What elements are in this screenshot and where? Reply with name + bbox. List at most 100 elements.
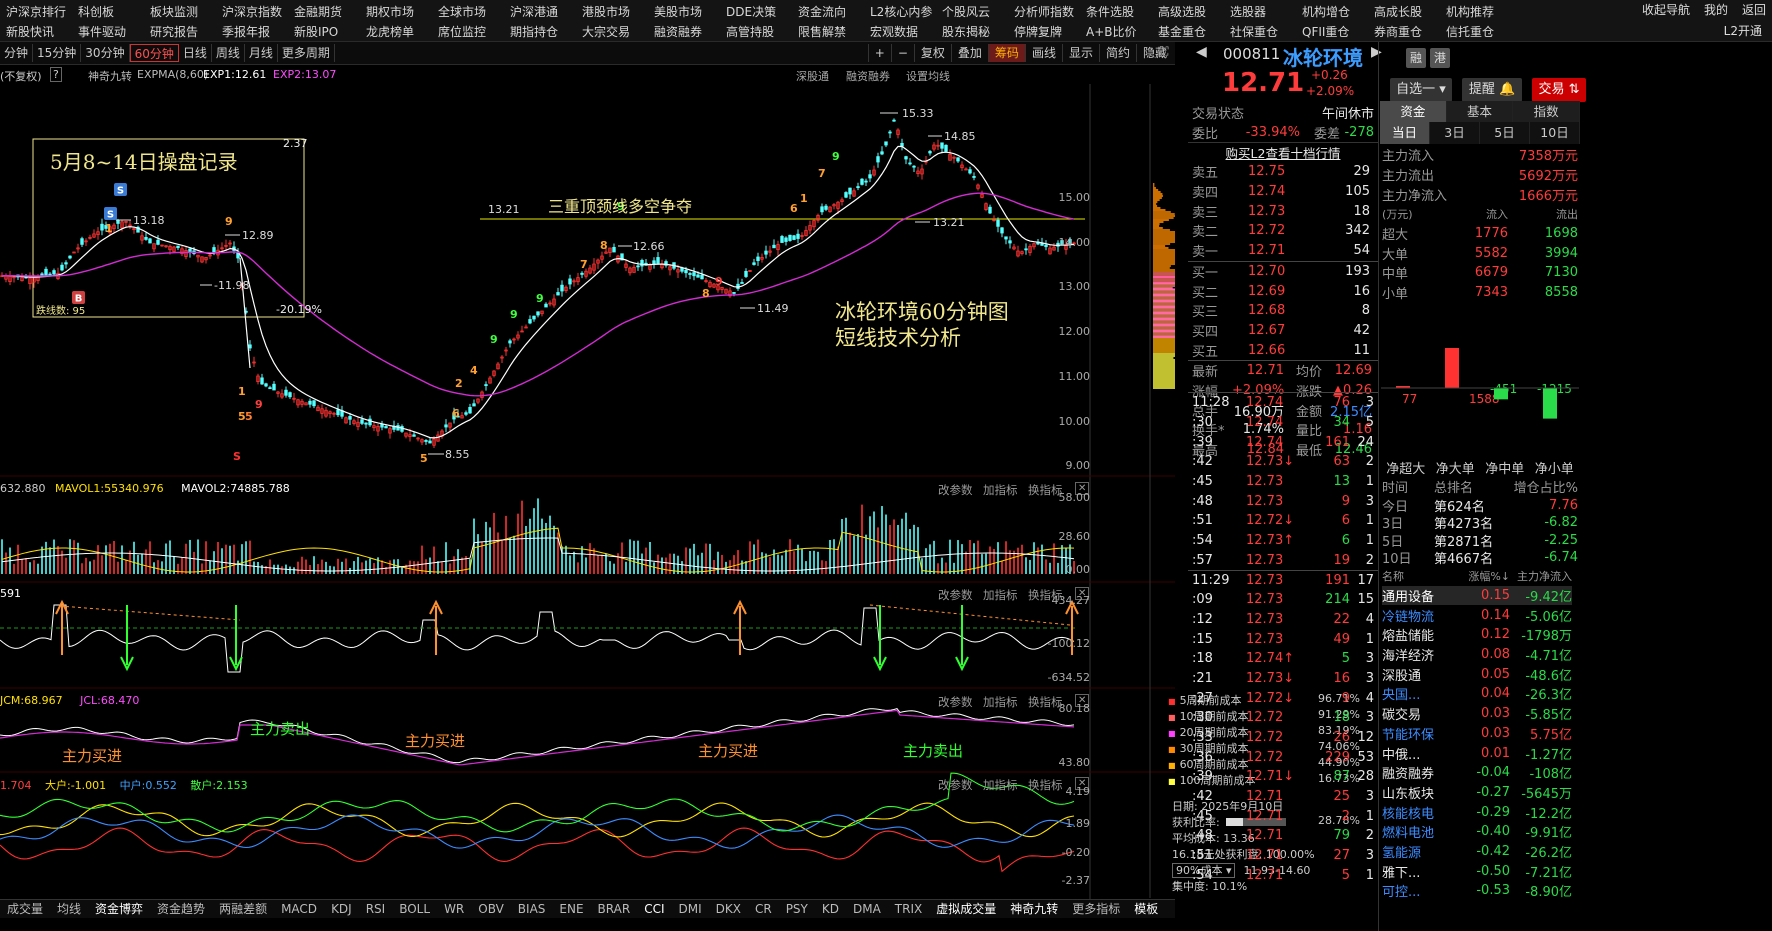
ma-settings-link[interactable]: 设置均线 xyxy=(906,68,950,84)
period-tab[interactable]: 更多周期 xyxy=(278,44,335,62)
menu-item[interactable]: 新股IPO xyxy=(294,23,366,40)
menu-item[interactable]: 金融期货 xyxy=(294,3,366,20)
menu-item[interactable]: 大宗交易 xyxy=(582,23,654,40)
fq-label[interactable]: (不复权) xyxy=(0,68,42,84)
my-link[interactable]: 我的 xyxy=(1704,1,1728,18)
menu-item[interactable]: 社保重仓 xyxy=(1230,23,1302,40)
menu-item[interactable]: A+B比价 xyxy=(1086,23,1158,40)
menu-item[interactable]: 高管持股 xyxy=(726,23,798,40)
indicator-tab[interactable]: PSY xyxy=(779,900,815,918)
flow-period-tab[interactable]: 当日 xyxy=(1380,122,1430,144)
menu-item[interactable]: 分析师指数 xyxy=(1014,3,1086,20)
menu-item[interactable]: 沪深京排行 xyxy=(6,3,78,20)
indicator-tab[interactable]: BRAR xyxy=(591,900,638,918)
sector-head-cell[interactable]: 涨幅%↓ xyxy=(1452,568,1510,584)
fund-tab[interactable]: 指数 xyxy=(1513,101,1581,123)
menu-item[interactable]: 资金流向 xyxy=(798,3,870,20)
chart-tool-button[interactable]: 筹码 xyxy=(987,44,1025,62)
panel-button[interactable]: 加指标 xyxy=(983,587,1018,603)
menu-item[interactable]: L2核心内参 xyxy=(870,3,942,20)
chart-tool-button[interactable]: 复权 xyxy=(913,44,951,62)
panel-button[interactable]: 加指标 xyxy=(983,694,1018,710)
flow-period-tab[interactable]: 10日 xyxy=(1530,122,1580,144)
menu-item[interactable]: 席位监控 xyxy=(438,23,510,40)
menu-item[interactable]: 期权市场 xyxy=(366,3,438,20)
sector-row[interactable]: 央国... 0.04 -26.3亿 xyxy=(1382,684,1572,704)
menu-item[interactable]: 沪深京指数 xyxy=(222,3,294,20)
indicator-tab[interactable]: CCI xyxy=(637,900,671,918)
indicator-tab[interactable]: OBV xyxy=(471,900,511,918)
indicator-tab[interactable]: WR xyxy=(437,900,471,918)
watchlist-button[interactable]: 自选一 ▾ xyxy=(1390,78,1452,102)
flow-period-tab[interactable]: 5日 xyxy=(1480,122,1530,144)
indicator-tab[interactable]: 神奇九转 xyxy=(1003,900,1065,918)
fund-tab[interactable]: 资金 xyxy=(1380,101,1447,123)
menu-item[interactable]: 期指持仓 xyxy=(510,23,582,40)
chart-tool-button[interactable]: 画线 xyxy=(1024,44,1062,62)
menu-item[interactable]: 港股市场 xyxy=(582,3,654,20)
menu-item[interactable]: 个股风云 xyxy=(942,3,1014,20)
panel-button[interactable]: 改参数 xyxy=(938,482,973,498)
panel-button[interactable]: 加指标 xyxy=(983,482,1018,498)
chart-tool-button[interactable]: − xyxy=(890,44,914,62)
indicator-tab[interactable]: 两融差额 xyxy=(212,900,274,918)
menu-item[interactable]: 美股市场 xyxy=(654,3,726,20)
menu-item[interactable]: 基金重仓 xyxy=(1158,23,1230,40)
chart-tool-button[interactable]: 简约 xyxy=(1098,44,1136,62)
sector-row[interactable]: 海洋经济 0.08 -4.71亿 xyxy=(1382,645,1572,665)
indicator-tab[interactable]: 成交量 xyxy=(0,900,50,918)
flow-period-tab[interactable]: 3日 xyxy=(1430,122,1480,144)
sector-row[interactable]: 碳交易 0.03 -5.85亿 xyxy=(1382,704,1572,724)
sector-table[interactable]: 名称 涨幅%↓ 主力净流入 通用设备 0.15 -9.42亿 冷链物流 0.14 -5.06亿熔… xyxy=(1382,566,1572,901)
panel-button[interactable]: 加指标 xyxy=(983,777,1018,793)
menu-item[interactable]: 高成长股 xyxy=(1374,3,1446,20)
sector-head-cell[interactable]: 名称 xyxy=(1382,568,1452,584)
menu-item[interactable]: 选股器 xyxy=(1230,3,1302,20)
panel-button[interactable]: 改参数 xyxy=(938,694,973,710)
menu-item[interactable]: 科创板 xyxy=(78,3,150,20)
indicator-tab[interactable]: 均线 xyxy=(50,900,88,918)
trade-button[interactable]: 交易 ⇅ xyxy=(1532,78,1586,102)
period-tab[interactable]: 周线 xyxy=(212,44,245,62)
period-tab[interactable]: 30分钟 xyxy=(81,44,130,62)
sector-row[interactable]: 深股通 0.05 -48.6亿 xyxy=(1382,664,1572,684)
indicator-tab[interactable]: MACD xyxy=(274,900,324,918)
indicator-tab[interactable]: KDJ xyxy=(324,900,359,918)
panel-button[interactable]: 改参数 xyxy=(938,587,973,603)
chart-tool-button[interactable]: + xyxy=(867,44,891,62)
indicator-tab[interactable]: RSI xyxy=(359,900,393,918)
chart-tool-button[interactable]: 显示 xyxy=(1061,44,1099,62)
menu-item[interactable]: 券商重仓 xyxy=(1374,23,1446,40)
menu-item[interactable]: 季报年报 xyxy=(222,23,294,40)
fullscreen-icon[interactable]: ⛶ xyxy=(1160,44,1168,59)
margin-link[interactable]: 融资融券 xyxy=(846,68,890,84)
sector-row[interactable]: 节能环保 0.03 5.75亿 xyxy=(1382,724,1572,744)
sector-row[interactable]: 融资融券 -0.04 -108亿 xyxy=(1382,763,1572,783)
sector-row[interactable]: 燃料电池 -0.40 -9.91亿 xyxy=(1382,822,1572,842)
menu-item[interactable]: 龙虎榜单 xyxy=(366,23,438,40)
period-tab[interactable]: 月线 xyxy=(245,44,278,62)
sector-row[interactable]: 通用设备 0.15 -9.42亿 xyxy=(1382,585,1572,606)
hk-connect-link[interactable]: 深股通 xyxy=(796,68,829,84)
sector-row[interactable]: 核能核电 -0.29 -12.2亿 xyxy=(1382,802,1572,822)
period-tab[interactable]: 15分钟 xyxy=(33,44,82,62)
indicator-tab[interactable]: BOLL xyxy=(392,900,437,918)
indicator-tab[interactable]: DKX xyxy=(709,900,748,918)
indicator-tab[interactable]: 更多指标 xyxy=(1065,900,1127,918)
indicator-tab[interactable]: 资金趋势 xyxy=(150,900,212,918)
chart-tool-button[interactable]: 叠加 xyxy=(950,44,988,62)
sector-row[interactable]: 冷链物流 0.14 -5.06亿 xyxy=(1382,605,1572,625)
fund-tab[interactable]: 基本 xyxy=(1447,101,1514,123)
menu-item[interactable]: 信托重仓 xyxy=(1446,23,1518,40)
menu-item[interactable]: DDE决策 xyxy=(726,3,798,20)
sector-row[interactable]: 中俄... 0.01 -1.27亿 xyxy=(1382,743,1572,763)
menu-item[interactable]: 停牌复牌 xyxy=(1014,23,1086,40)
menu-item[interactable]: 条件选股 xyxy=(1086,3,1158,20)
menu-item[interactable]: 限售解禁 xyxy=(798,23,870,40)
help-icon[interactable]: ? xyxy=(50,67,62,82)
menu-item[interactable]: 股东揭秘 xyxy=(942,23,1014,40)
menu-item[interactable]: 机构推荐 xyxy=(1446,3,1496,20)
sector-head-cell[interactable]: 主力净流入 xyxy=(1510,568,1572,584)
prev-stock-icon[interactable]: ◀ xyxy=(1196,44,1207,60)
menu-item[interactable]: 沪深港通 xyxy=(510,3,582,20)
